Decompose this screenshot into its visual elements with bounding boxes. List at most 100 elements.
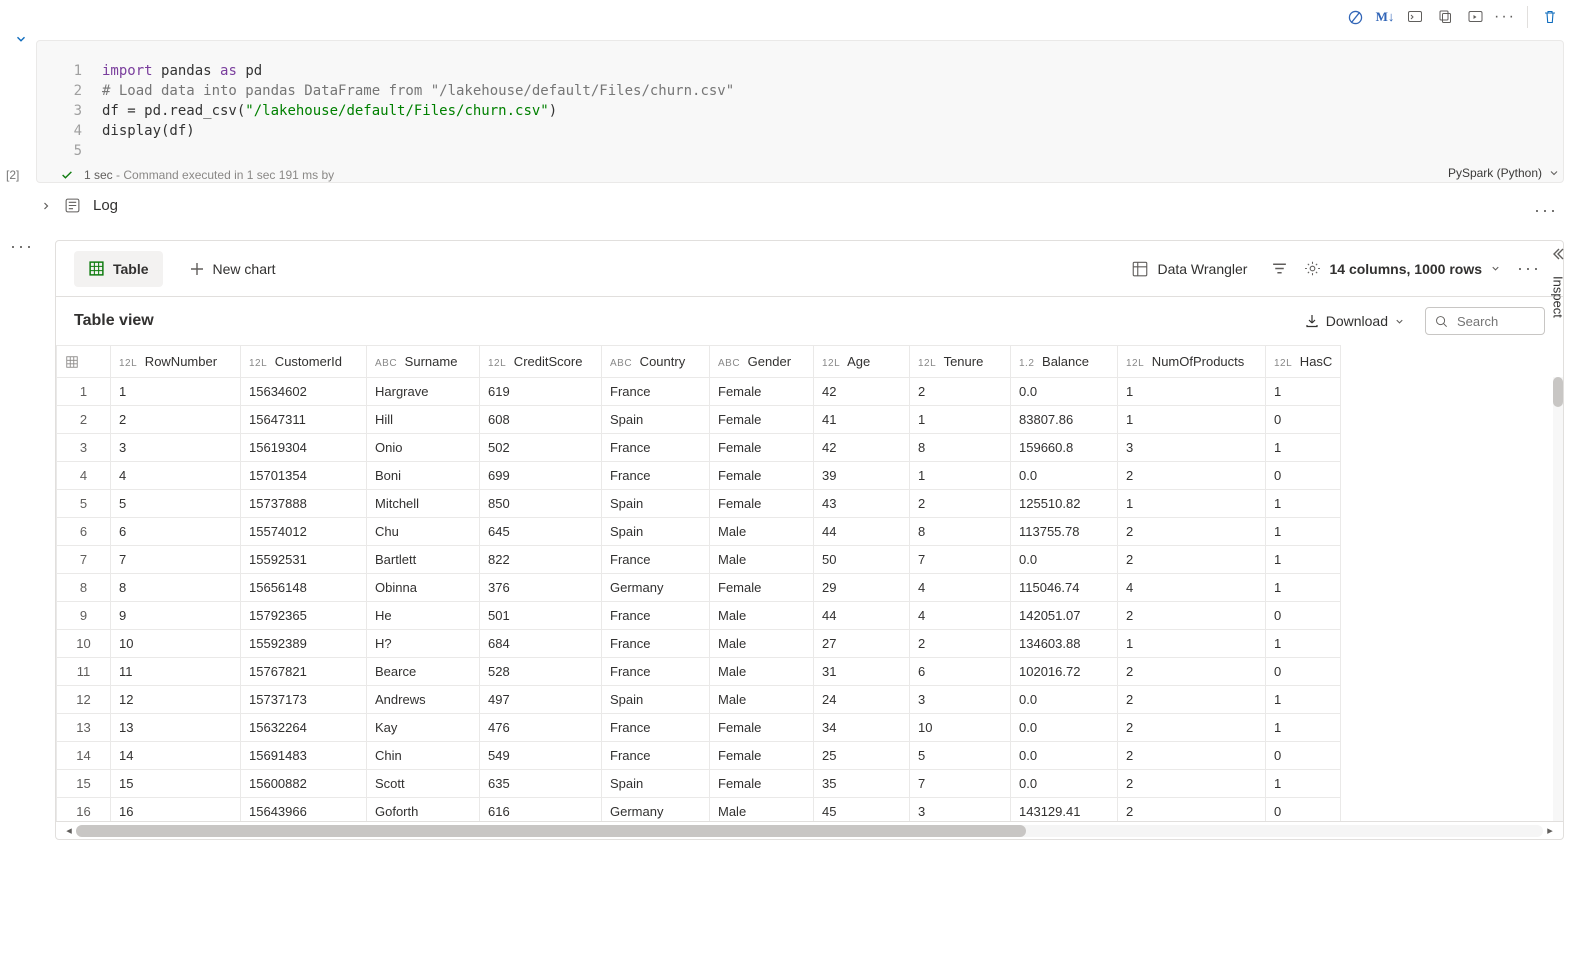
cell: 7: [910, 770, 1011, 798]
table-row[interactable]: 6615574012Chu645SpainMale448113755.7821: [57, 518, 1341, 546]
table-row[interactable]: 121215737173Andrews497SpainMale2430.021: [57, 686, 1341, 714]
kernel-selector[interactable]: PySpark (Python): [1448, 166, 1560, 180]
column-header[interactable]: 12L CreditScore: [480, 346, 602, 378]
copy-cell-icon[interactable]: [1431, 4, 1459, 30]
cell: 42: [814, 434, 910, 462]
log-toggle[interactable]: Log: [40, 197, 118, 214]
code-editor[interactable]: import pandas as pd # Load data into pan…: [92, 41, 1563, 182]
columns-info-label: 14 columns, 1000 rows: [1329, 261, 1482, 277]
cell: 12: [111, 686, 241, 714]
cell: 3: [1118, 434, 1266, 462]
cell: 15632264: [241, 714, 367, 742]
cell: Hargrave: [367, 378, 480, 406]
table-row[interactable]: 101015592389H?684FranceMale272134603.881…: [57, 630, 1341, 658]
tab-table[interactable]: Table: [74, 251, 163, 287]
column-header[interactable]: 12L NumOfProducts: [1118, 346, 1266, 378]
cell: 850: [480, 490, 602, 518]
cell: He: [367, 602, 480, 630]
log-more-icon[interactable]: ···: [1534, 200, 1558, 221]
horizontal-scrollbar[interactable]: ◂ ▸: [56, 821, 1563, 839]
gear-icon: [1304, 260, 1321, 277]
convert-to-markdown-button[interactable]: M↓: [1371, 4, 1399, 30]
search-box[interactable]: [1425, 307, 1545, 335]
cell: 699: [480, 462, 602, 490]
cell: France: [602, 546, 710, 574]
tab-new-chart-label: New chart: [213, 261, 276, 277]
tab-new-chart[interactable]: New chart: [175, 251, 290, 287]
code-cell[interactable]: 12345 import pandas as pd # Load data in…: [36, 40, 1564, 183]
table-row[interactable]: 2215647311Hill608SpainFemale41183807.861…: [57, 406, 1341, 434]
table-row[interactable]: 8815656148Obinna376GermanyFemale29411504…: [57, 574, 1341, 602]
cell: 44: [814, 602, 910, 630]
table-row[interactable]: 1115634602Hargrave619FranceFemale4220.01…: [57, 378, 1341, 406]
inspect-side-rail: Inspect: [1538, 240, 1578, 840]
row-index: 8: [57, 574, 111, 602]
table-row[interactable]: 141415691483Chin549FranceFemale2550.020: [57, 742, 1341, 770]
cell: 50: [814, 546, 910, 574]
column-header[interactable]: 1.2 Balance: [1011, 346, 1118, 378]
table-row[interactable]: 9915792365He501FranceMale444142051.0720: [57, 602, 1341, 630]
column-header[interactable]: 12L Tenure: [910, 346, 1011, 378]
cell: 7: [111, 546, 241, 574]
table-row[interactable]: 151515600882Scott635SpainFemale3570.021: [57, 770, 1341, 798]
column-header[interactable]: 12L RowNumber: [111, 346, 241, 378]
data-wrangler-button[interactable]: Data Wrangler: [1123, 260, 1255, 278]
cell: 502: [480, 434, 602, 462]
cell: 44: [814, 518, 910, 546]
cell: France: [602, 462, 710, 490]
column-header[interactable]: 12L CustomerId: [241, 346, 367, 378]
table-row[interactable]: 161615643966Goforth616GermanyMale4531431…: [57, 798, 1341, 822]
row-index: 4: [57, 462, 111, 490]
run-cell-below-icon[interactable]: [1461, 4, 1489, 30]
exec-detail: - Command executed in 1 sec 191 ms by: [113, 168, 334, 182]
log-label: Log: [93, 197, 118, 214]
expand-panel-icon[interactable]: [1550, 246, 1566, 262]
table-row[interactable]: 111115767821Bearce528FranceMale316102016…: [57, 658, 1341, 686]
cell: 27: [814, 630, 910, 658]
toggle-parameter-cell-icon[interactable]: [1341, 4, 1369, 30]
index-header[interactable]: [57, 346, 111, 378]
filter-button[interactable]: [1267, 260, 1292, 277]
delete-cell-icon[interactable]: [1536, 4, 1564, 30]
cell: 1: [1266, 714, 1341, 742]
column-header[interactable]: 12L Age: [814, 346, 910, 378]
cell: 0: [1266, 798, 1341, 822]
column-header[interactable]: 12L HasC: [1266, 346, 1341, 378]
cell: 15691483: [241, 742, 367, 770]
search-input[interactable]: [1455, 313, 1535, 330]
cell-toolbar: M↓ ···: [1341, 4, 1564, 30]
cell: France: [602, 602, 710, 630]
columns-info[interactable]: 14 columns, 1000 rows: [1304, 260, 1501, 277]
cell: Germany: [602, 798, 710, 822]
cell: 2: [1118, 546, 1266, 574]
filter-icon: [1271, 260, 1288, 277]
cell: Chu: [367, 518, 480, 546]
inspect-tab[interactable]: Inspect: [1551, 276, 1566, 318]
table-row[interactable]: 3315619304Onio502FranceFemale428159660.8…: [57, 434, 1341, 462]
cell: 1: [1118, 490, 1266, 518]
cell: 45: [814, 798, 910, 822]
output-panel: Table New chart Data Wrangler 14 columns…: [55, 240, 1564, 840]
table-row[interactable]: 5515737888Mitchell850SpainFemale43212551…: [57, 490, 1341, 518]
cell: 15737888: [241, 490, 367, 518]
table-row[interactable]: 7715592531Bartlett822FranceMale5070.021: [57, 546, 1341, 574]
cell: 10: [111, 630, 241, 658]
data-table: 12L RowNumber12L CustomerIdABC Surname12…: [56, 345, 1341, 821]
download-button[interactable]: Download: [1304, 313, 1405, 329]
cell: 3: [910, 686, 1011, 714]
more-actions-icon[interactable]: ···: [1491, 4, 1519, 30]
column-header[interactable]: ABC Country: [602, 346, 710, 378]
insert-snippet-icon[interactable]: [1401, 4, 1429, 30]
scroll-left-icon[interactable]: ◂: [62, 824, 76, 837]
collapse-cell-chevron-icon[interactable]: [14, 32, 28, 46]
cell: Male: [710, 658, 814, 686]
cell: Boni: [367, 462, 480, 490]
cell: 29: [814, 574, 910, 602]
table-row[interactable]: 4415701354Boni699FranceFemale3910.020: [57, 462, 1341, 490]
output-collapse-icon[interactable]: ···: [10, 236, 34, 257]
column-header[interactable]: ABC Surname: [367, 346, 480, 378]
column-header[interactable]: ABC Gender: [710, 346, 814, 378]
table-row[interactable]: 131315632264Kay476FranceFemale34100.021: [57, 714, 1341, 742]
cell: Female: [710, 462, 814, 490]
checkmark-icon: [60, 168, 74, 182]
